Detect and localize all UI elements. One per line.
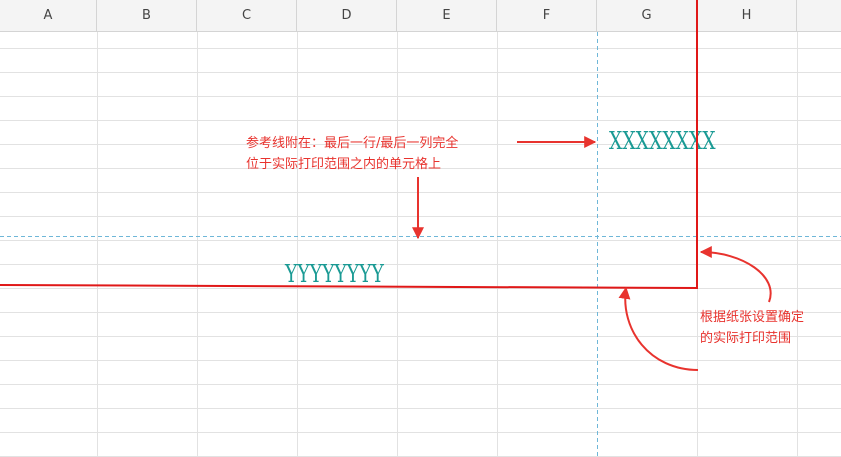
print-range-annotation-line-2: 的实际打印范围 — [700, 331, 792, 346]
column-header-e[interactable]: E — [397, 0, 497, 31]
cell-grid — [0, 32, 841, 457]
column-header-f[interactable]: F — [497, 0, 597, 31]
arrow-to-right-boundary — [699, 246, 772, 303]
guide-snap-annotation-line-1: 参考线附在：最后一行/最后一列完全 — [246, 136, 459, 151]
arrow-to-bottom-boundary — [618, 286, 699, 371]
column-header-b[interactable]: B — [97, 0, 197, 31]
cell-d11[interactable]: YYYYYYYY — [285, 262, 384, 286]
column-header-d[interactable]: D — [297, 0, 397, 31]
print-range-annotation: 根据纸张设置确定 的实际打印范围 — [700, 307, 804, 349]
column-header-overflow — [797, 0, 841, 31]
print-range-annotation-line-1: 根据纸张设置确定 — [700, 310, 805, 325]
column-header-a[interactable]: A — [0, 0, 97, 31]
column-header-row: A B C D E F G H — [0, 0, 841, 32]
column-header-g[interactable]: G — [597, 0, 697, 31]
column-header-h[interactable]: H — [697, 0, 797, 31]
cell-g6[interactable]: XXXXXXXX — [609, 129, 716, 153]
guide-snap-annotation-line-2: 位于实际打印范围之内的单元格上 — [246, 157, 442, 172]
column-header-c[interactable]: C — [197, 0, 297, 31]
guide-snap-annotation: 参考线附在：最后一行/最后一列完全 位于实际打印范围之内的单元格上 — [246, 133, 458, 175]
annotation-overlay — [0, 0, 841, 457]
spreadsheet[interactable]: A B C D E F G H XXXXXXXX YYYYYYYY 参考线附在：… — [0, 0, 841, 457]
